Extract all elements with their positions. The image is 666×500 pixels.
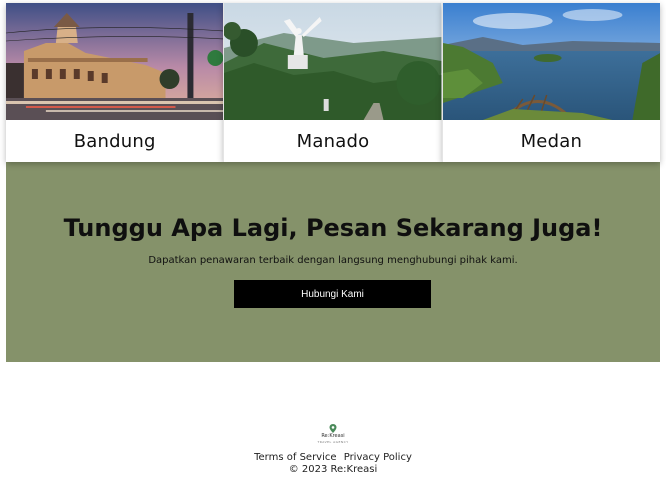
footer: Re:Kreasi TRAVEL AGENCY Terms of Service… <box>0 424 666 475</box>
privacy-policy-link[interactable]: Privacy Policy <box>344 452 412 463</box>
city-card-bandung[interactable]: Bandung <box>6 3 224 162</box>
contact-us-button[interactable]: Hubungi Kami <box>234 280 431 308</box>
city-name: Manado <box>296 130 370 152</box>
logo-tagline: TRAVEL AGENCY <box>317 440 349 444</box>
logo-text: Re:Kreasi <box>321 433 345 439</box>
city-cards: Bandung Manado Medan <box>6 3 660 162</box>
city-card-manado[interactable]: Manado <box>223 3 442 162</box>
cta-subtitle: Dapatkan penawaran terbaik dengan langsu… <box>148 255 518 266</box>
cta-title: Tunggu Apa Lagi, Pesan Sekarang Juga! <box>63 214 603 242</box>
city-card-medan[interactable]: Medan <box>441 3 660 162</box>
footer-links: Terms of Service Privacy Policy <box>0 452 666 463</box>
manado-statue-photo <box>224 3 442 120</box>
copyright-text: © 2023 Re:Kreasi <box>288 464 378 475</box>
city-name: Bandung <box>73 130 156 152</box>
location-pin-icon <box>329 424 337 433</box>
call-to-action-section: Tunggu Apa Lagi, Pesan Sekarang Juga! Da… <box>6 162 660 362</box>
rekreasi-logo[interactable]: Re:Kreasi TRAVEL AGENCY <box>313 424 353 446</box>
city-name: Medan <box>520 130 583 152</box>
medan-lake-photo <box>442 3 660 120</box>
bandung-street-photo <box>6 3 224 120</box>
terms-of-service-link[interactable]: Terms of Service <box>254 452 336 463</box>
